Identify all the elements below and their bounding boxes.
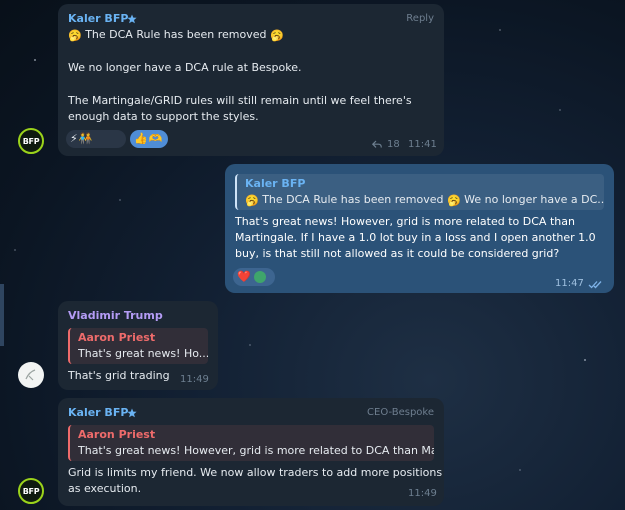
reaction-thumbs[interactable]: 👍 🫶 [130, 130, 168, 148]
reply-quote[interactable]: Aaron Priest That's great news! However,… [68, 425, 434, 461]
reply-arrow-icon [372, 140, 382, 148]
avatar-text: BFP [22, 486, 40, 496]
message-bubble-1[interactable]: Kaler BFP Reply 🥱 The DCA Rule has been … [58, 4, 444, 156]
scroll-strip [0, 284, 4, 346]
message-line-1: That's great news! However, grid is more… [235, 215, 575, 228]
message-time: 11:47 [555, 278, 584, 289]
message-line-3: buy, is that still not allowed as it cou… [235, 247, 560, 260]
star-icon [127, 14, 137, 24]
sender-name[interactable]: Kaler BFP [68, 12, 128, 25]
reply-preview: 🥱 The DCA Rule has been removed 🥱 We no … [245, 192, 604, 209]
reply-preview: That's great news! Ho... [78, 347, 208, 360]
admin-title: CEO-Bespoke [367, 407, 434, 418]
avatar[interactable]: BFP [18, 478, 44, 504]
reply-author: Kaler BFP [245, 177, 306, 190]
star-icon [127, 408, 137, 418]
lightning-icon: ⚡ [70, 132, 78, 145]
reactor-avatar-icon [253, 271, 266, 283]
message-text: That's grid trading [68, 369, 170, 382]
yawning-face-icon: 🥱 [68, 29, 82, 42]
heart-hands-icon: 🫶 [148, 132, 163, 145]
message-bubble-4[interactable]: Kaler BFP CEO-Bespoke Aaron Priest That'… [58, 398, 444, 506]
reply-count[interactable]: 18 [387, 139, 400, 150]
message-bubble-3[interactable]: Vladimir Trump Aaron Priest That's great… [58, 301, 218, 390]
reaction-lightning[interactable]: ⚡ 🧑‍🤝‍🧑 [66, 130, 126, 148]
message-time: 11:49 [180, 374, 209, 385]
reply-label[interactable]: Reply [406, 13, 434, 24]
double-check-icon [588, 281, 602, 289]
message-line-1: Grid is limits my friend. We now allow t… [68, 466, 443, 479]
sender-name[interactable]: Vladimir Trump [68, 309, 163, 322]
message-bubble-2[interactable]: Kaler BFP 🥱 The DCA Rule has been remove… [225, 164, 614, 293]
message-time: 11:49 [408, 488, 437, 499]
reaction-heart[interactable]: ❤️ [233, 268, 275, 286]
heart-icon: ❤️ [237, 270, 251, 283]
avatar-icon [25, 369, 36, 381]
message-line-3: The Martingale/GRID rules will still rem… [68, 94, 412, 107]
reply-quote[interactable]: Aaron Priest That's great news! Ho... [68, 328, 208, 364]
message-line-4: enough data to support the styles. [68, 110, 259, 123]
message-title-text: The DCA Rule has been removed [85, 28, 267, 41]
thumbs-up-icon: 👍 [134, 132, 148, 145]
message-line-2: We no longer have a DCA rule at Bespoke. [68, 61, 302, 74]
yawning-face-icon: 🥱 [446, 194, 461, 207]
yawning-face-icon: 🥱 [245, 194, 259, 207]
message-line-2: Martingale. If I have a 1.0 lot buy in a… [235, 231, 596, 244]
sender-name[interactable]: Kaler BFP [68, 406, 128, 419]
reply-preview-tail: We no longer have a DC... [464, 193, 604, 206]
message-time: 11:41 [408, 139, 437, 150]
yawning-face-icon: 🥱 [269, 29, 284, 42]
reply-author: Aaron Priest [78, 331, 156, 344]
reply-quote[interactable]: Kaler BFP 🥱 The DCA Rule has been remove… [235, 174, 604, 210]
message-line-2: as execution. [68, 482, 142, 495]
avatar[interactable] [18, 362, 44, 388]
people-icon: 🧑‍🤝‍🧑 [78, 132, 93, 145]
avatar[interactable]: BFP [18, 128, 44, 154]
avatar-text: BFP [22, 136, 40, 146]
reply-preview-text: The DCA Rule has been removed [262, 193, 444, 206]
reply-author: Aaron Priest [78, 428, 156, 441]
reply-preview: That's great news! However, grid is more… [78, 444, 434, 457]
message-line-1: 🥱 The DCA Rule has been removed 🥱 [68, 27, 284, 44]
